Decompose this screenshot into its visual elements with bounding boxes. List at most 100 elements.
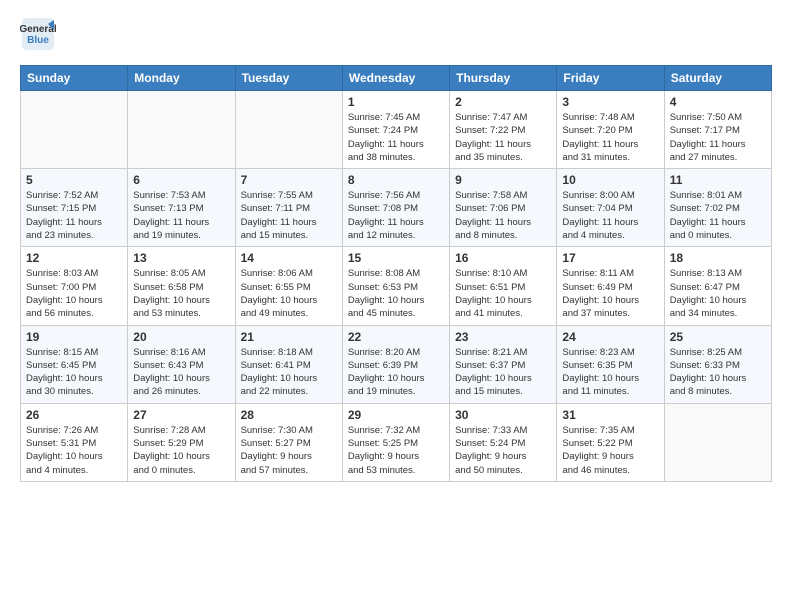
calendar-cell: 27 Sunrise: 7:28 AM Sunset: 5:29 PM Dayli… [128,403,235,481]
day-number: 14 [241,251,337,265]
day-info: Sunrise: 7:45 AM Sunset: 7:24 PM Dayligh… [348,111,444,164]
calendar-cell: 31Sunrise: 7:35 AM Sunset: 5:22 PM Dayli… [557,403,664,481]
calendar-cell: 10 Sunrise: 8:00 AM Sunset: 7:04 PM Dayli… [557,169,664,247]
day-number: 21 [241,330,337,344]
calendar-cell [128,91,235,169]
weekday-header-tuesday: Tuesday [235,66,342,91]
calendar-cell: 26Sunrise: 7:26 AM Sunset: 5:31 PM Dayli… [21,403,128,481]
day-number: 19 [26,330,122,344]
calendar-cell: 16 Sunrise: 8:10 AM Sunset: 6:51 PM Dayli… [450,247,557,325]
day-number: 28 [241,408,337,422]
calendar-cell: 13Sunrise: 8:05 AM Sunset: 6:58 PM Dayli… [128,247,235,325]
calendar-cell: 14 Sunrise: 8:06 AM Sunset: 6:55 PM Dayli… [235,247,342,325]
day-number: 3 [562,95,658,109]
day-number: 25 [670,330,766,344]
day-number: 10 [562,173,658,187]
day-number: 17 [562,251,658,265]
day-info: Sunrise: 8:03 AM Sunset: 7:00 PM Dayligh… [26,267,122,320]
day-info: Sunrise: 7:56 AM Sunset: 7:08 PM Dayligh… [348,189,444,242]
day-number: 29 [348,408,444,422]
weekday-header-saturday: Saturday [664,66,771,91]
day-info: Sunrise: 7:50 AM Sunset: 7:17 PM Dayligh… [670,111,766,164]
day-info: Sunrise: 8:15 AM Sunset: 6:45 PM Dayligh… [26,346,122,399]
calendar-cell: 28Sunrise: 7:30 AM Sunset: 5:27 PM Dayli… [235,403,342,481]
page-container: General Blue SundayMondayTuesdayWednesda… [0,0,792,492]
svg-text:Blue: Blue [27,35,49,46]
day-info: Sunrise: 7:55 AM Sunset: 7:11 PM Dayligh… [241,189,337,242]
day-info: Sunrise: 7:32 AM Sunset: 5:25 PM Dayligh… [348,424,444,477]
day-info: Sunrise: 8:00 AM Sunset: 7:04 PM Dayligh… [562,189,658,242]
day-info: Sunrise: 8:16 AM Sunset: 6:43 PM Dayligh… [133,346,229,399]
calendar-cell: 5 Sunrise: 7:52 AM Sunset: 7:15 PM Daylig… [21,169,128,247]
day-info: Sunrise: 7:47 AM Sunset: 7:22 PM Dayligh… [455,111,551,164]
calendar-week-row: 19 Sunrise: 8:15 AM Sunset: 6:45 PM Dayli… [21,325,772,403]
calendar-cell: 22 Sunrise: 8:20 AM Sunset: 6:39 PM Dayli… [342,325,449,403]
calendar-cell: 29 Sunrise: 7:32 AM Sunset: 5:25 PM Dayli… [342,403,449,481]
day-number: 1 [348,95,444,109]
weekday-header-row: SundayMondayTuesdayWednesdayThursdayFrid… [21,66,772,91]
calendar-cell [235,91,342,169]
day-number: 22 [348,330,444,344]
day-number: 16 [455,251,551,265]
calendar-cell: 23 Sunrise: 8:21 AM Sunset: 6:37 PM Dayli… [450,325,557,403]
calendar-cell: 19 Sunrise: 8:15 AM Sunset: 6:45 PM Dayli… [21,325,128,403]
calendar-week-row: 26Sunrise: 7:26 AM Sunset: 5:31 PM Dayli… [21,403,772,481]
calendar-cell: 3 Sunrise: 7:48 AM Sunset: 7:20 PM Daylig… [557,91,664,169]
calendar-cell: 11 Sunrise: 8:01 AM Sunset: 7:02 PM Dayli… [664,169,771,247]
day-info: Sunrise: 7:53 AM Sunset: 7:13 PM Dayligh… [133,189,229,242]
calendar-cell: 24 Sunrise: 8:23 AM Sunset: 6:35 PM Dayli… [557,325,664,403]
header: General Blue [20,16,772,57]
day-info: Sunrise: 7:48 AM Sunset: 7:20 PM Dayligh… [562,111,658,164]
calendar-cell: 18Sunrise: 8:13 AM Sunset: 6:47 PM Dayli… [664,247,771,325]
logo: General Blue [20,16,56,57]
day-info: Sunrise: 8:23 AM Sunset: 6:35 PM Dayligh… [562,346,658,399]
day-info: Sunrise: 8:06 AM Sunset: 6:55 PM Dayligh… [241,267,337,320]
day-number: 23 [455,330,551,344]
day-number: 26 [26,408,122,422]
day-number: 2 [455,95,551,109]
calendar-cell: 30 Sunrise: 7:33 AM Sunset: 5:24 PM Dayli… [450,403,557,481]
calendar-week-row: 12 Sunrise: 8:03 AM Sunset: 7:00 PM Dayli… [21,247,772,325]
day-number: 12 [26,251,122,265]
day-info: Sunrise: 8:10 AM Sunset: 6:51 PM Dayligh… [455,267,551,320]
day-number: 4 [670,95,766,109]
weekday-header-sunday: Sunday [21,66,128,91]
calendar-cell: 2 Sunrise: 7:47 AM Sunset: 7:22 PM Daylig… [450,91,557,169]
calendar-week-row: 1 Sunrise: 7:45 AM Sunset: 7:24 PM Daylig… [21,91,772,169]
day-info: Sunrise: 8:08 AM Sunset: 6:53 PM Dayligh… [348,267,444,320]
day-info: Sunrise: 8:01 AM Sunset: 7:02 PM Dayligh… [670,189,766,242]
day-number: 18 [670,251,766,265]
calendar-cell: 7 Sunrise: 7:55 AM Sunset: 7:11 PM Daylig… [235,169,342,247]
calendar-cell: 6 Sunrise: 7:53 AM Sunset: 7:13 PM Daylig… [128,169,235,247]
day-info: Sunrise: 8:25 AM Sunset: 6:33 PM Dayligh… [670,346,766,399]
calendar-cell: 8Sunrise: 7:56 AM Sunset: 7:08 PM Daylig… [342,169,449,247]
day-number: 9 [455,173,551,187]
day-info: Sunrise: 8:05 AM Sunset: 6:58 PM Dayligh… [133,267,229,320]
weekday-header-wednesday: Wednesday [342,66,449,91]
day-number: 30 [455,408,551,422]
day-number: 6 [133,173,229,187]
day-number: 15 [348,251,444,265]
day-info: Sunrise: 7:58 AM Sunset: 7:06 PM Dayligh… [455,189,551,242]
day-number: 24 [562,330,658,344]
day-number: 5 [26,173,122,187]
calendar-cell: 1 Sunrise: 7:45 AM Sunset: 7:24 PM Daylig… [342,91,449,169]
day-number: 20 [133,330,229,344]
day-number: 7 [241,173,337,187]
calendar-cell: 21 Sunrise: 8:18 AM Sunset: 6:41 PM Dayli… [235,325,342,403]
day-info: Sunrise: 7:52 AM Sunset: 7:15 PM Dayligh… [26,189,122,242]
calendar-cell: 25 Sunrise: 8:25 AM Sunset: 6:33 PM Dayli… [664,325,771,403]
calendar-cell: 12 Sunrise: 8:03 AM Sunset: 7:00 PM Dayli… [21,247,128,325]
day-info: Sunrise: 7:28 AM Sunset: 5:29 PM Dayligh… [133,424,229,477]
day-info: Sunrise: 7:33 AM Sunset: 5:24 PM Dayligh… [455,424,551,477]
calendar-week-row: 5 Sunrise: 7:52 AM Sunset: 7:15 PM Daylig… [21,169,772,247]
day-info: Sunrise: 7:35 AM Sunset: 5:22 PM Dayligh… [562,424,658,477]
day-info: Sunrise: 8:18 AM Sunset: 6:41 PM Dayligh… [241,346,337,399]
day-number: 11 [670,173,766,187]
day-info: Sunrise: 8:20 AM Sunset: 6:39 PM Dayligh… [348,346,444,399]
calendar-cell [21,91,128,169]
calendar-cell: 4 Sunrise: 7:50 AM Sunset: 7:17 PM Daylig… [664,91,771,169]
day-number: 27 [133,408,229,422]
day-info: Sunrise: 8:21 AM Sunset: 6:37 PM Dayligh… [455,346,551,399]
calendar-cell: 20 Sunrise: 8:16 AM Sunset: 6:43 PM Dayli… [128,325,235,403]
